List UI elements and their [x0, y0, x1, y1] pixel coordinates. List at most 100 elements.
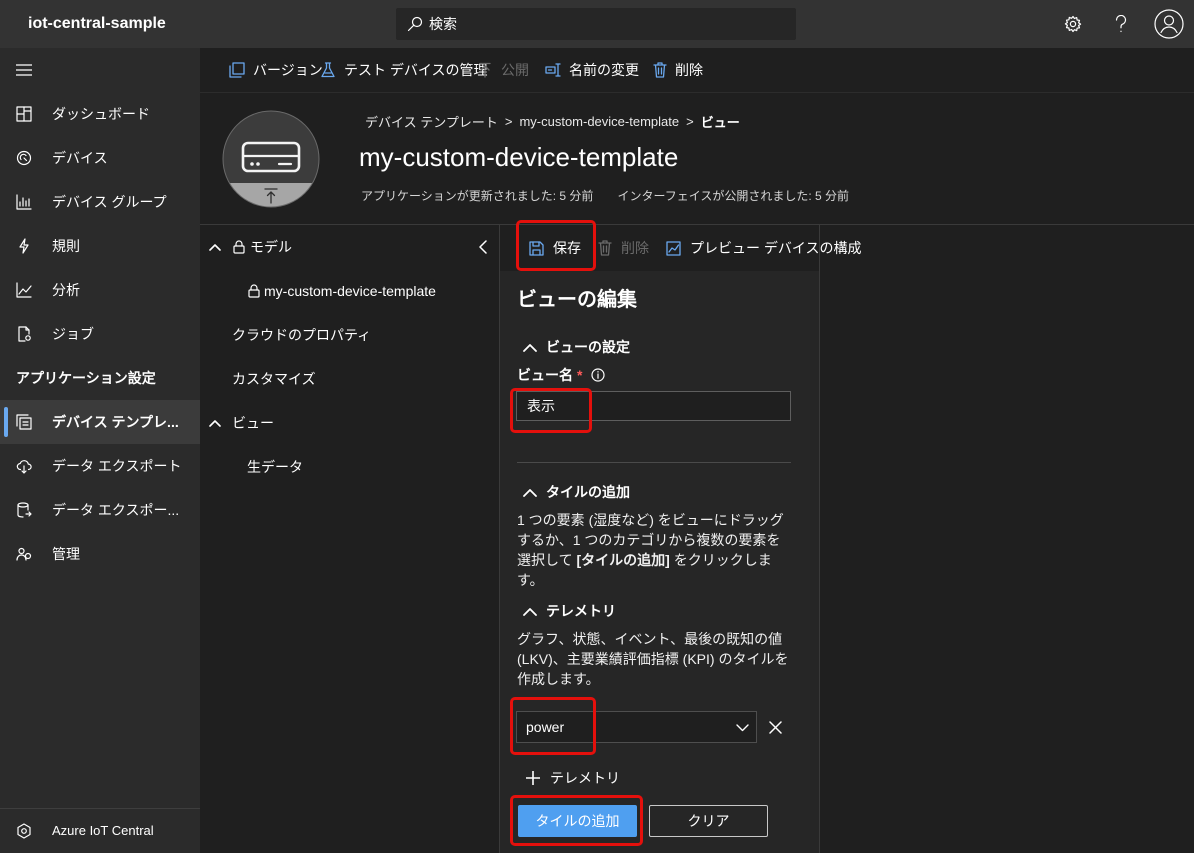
- data-export-legacy-icon: [16, 502, 32, 518]
- manage-test-device-button[interactable]: テスト デバイスの管理: [320, 48, 487, 92]
- nav-menu-button[interactable]: [0, 48, 200, 92]
- telemetry-section-toggle[interactable]: テレメトリ: [523, 602, 616, 620]
- description-text: 選択して: [517, 552, 577, 568]
- publish-icon: [477, 62, 493, 78]
- avatar-icon: [1154, 9, 1184, 39]
- search-icon: [407, 16, 423, 32]
- info-icon[interactable]: [591, 368, 606, 382]
- tree-item-customize[interactable]: カスタマイズ: [200, 357, 499, 401]
- data-export-icon: [16, 458, 32, 474]
- tree-label: my-custom-device-template: [264, 283, 436, 299]
- nav-section-header: アプリケーション設定: [16, 370, 156, 386]
- nav-label: データ エクスポート: [52, 458, 182, 474]
- breadcrumb-device-templates[interactable]: デバイス テンプレート: [365, 112, 498, 131]
- top-bar: iot-central-sample 検索: [0, 0, 1194, 48]
- search-placeholder: 検索: [429, 16, 457, 32]
- nav-item-rules[interactable]: 規則: [0, 224, 200, 268]
- device-template-image[interactable]: [222, 110, 320, 208]
- preview-device-button[interactable]: プレビュー デバイスの構成: [666, 225, 861, 271]
- tree-label: クラウドのプロパティ: [232, 327, 372, 343]
- help-button[interactable]: [1101, 0, 1141, 48]
- nav-item-device-templates[interactable]: デバイス テンプレ...: [0, 400, 200, 444]
- account-button[interactable]: [1149, 0, 1189, 48]
- chevron-up-icon: [523, 488, 537, 497]
- tree-item-cloud-properties[interactable]: クラウドのプロパティ: [200, 313, 499, 357]
- view-name-label: ビュー名 *: [517, 366, 606, 384]
- lock-icon: [248, 284, 260, 298]
- nav-footer-iot-central[interactable]: Azure IoT Central: [0, 808, 200, 853]
- nav-item-data-export-legacy[interactable]: データ エクスポー...: [0, 488, 200, 532]
- publish-button[interactable]: 公開: [477, 48, 529, 92]
- nav-label: ジョブ: [52, 326, 94, 342]
- lock-icon: [233, 240, 245, 254]
- breadcrumb-template[interactable]: my-custom-device-template: [519, 114, 679, 129]
- devices-icon: [16, 150, 32, 166]
- tree-item-views[interactable]: ビュー: [200, 401, 499, 445]
- breadcrumb: デバイス テンプレート > my-custom-device-template …: [365, 112, 740, 130]
- template-status: アプリケーションが更新されました: 5 分前 インターフェイスが公開されました:…: [361, 188, 849, 204]
- nav-item-dashboard[interactable]: ダッシュボード: [0, 92, 200, 136]
- flask-icon: [320, 62, 336, 78]
- add-tile-description: 1 つの要素 (湿度など) をビューにドラッグ するか、1 つのカテゴリから複数…: [517, 510, 784, 590]
- description-line: す。: [517, 572, 544, 588]
- delete-label: 削除: [621, 240, 649, 256]
- description-line: するか、1 つのカテゴリから複数の要素を: [517, 532, 781, 548]
- required-mark: *: [577, 367, 583, 383]
- description-line: (LKV)、主要業績評価指標 (KPI) のタイルを: [517, 651, 789, 667]
- hamburger-icon: [16, 64, 32, 80]
- description-line: グラフ、状態、イベント、最後の既知の値: [517, 631, 783, 647]
- nav-item-administration[interactable]: 管理: [0, 532, 200, 576]
- tree-item-raw-data[interactable]: 生データ: [200, 445, 499, 489]
- gear-icon: [1064, 15, 1082, 33]
- view-settings-section-toggle[interactable]: ビューの設定: [523, 338, 630, 356]
- versions-button[interactable]: バージョン: [229, 48, 323, 92]
- save-label: 保存: [553, 240, 581, 256]
- preview-icon: [666, 240, 681, 256]
- help-icon: [1115, 15, 1127, 33]
- nav-item-analytics[interactable]: 分析: [0, 268, 200, 312]
- add-telemetry-label: テレメトリ: [550, 770, 620, 786]
- settings-button[interactable]: [1053, 0, 1093, 48]
- command-label: 名前の変更: [569, 62, 639, 78]
- chevron-up-icon: [523, 607, 537, 616]
- save-button[interactable]: 保存: [529, 225, 581, 271]
- analytics-icon: [16, 282, 32, 298]
- delete-view-button[interactable]: 削除: [598, 225, 649, 271]
- add-tile-section-toggle[interactable]: タイルの追加: [523, 483, 630, 501]
- app-title[interactable]: iot-central-sample: [28, 14, 166, 34]
- search-box[interactable]: 検索: [396, 8, 796, 40]
- nav-label: 分析: [52, 282, 80, 298]
- add-telemetry-button[interactable]: テレメトリ: [526, 769, 620, 787]
- telemetry-dropdown[interactable]: power: [516, 711, 757, 743]
- divider: [517, 462, 791, 463]
- command-label: 公開: [501, 62, 529, 78]
- section-header: タイルの追加: [546, 484, 630, 500]
- tree-item-model[interactable]: モデル: [200, 225, 499, 269]
- jobs-icon: [16, 326, 32, 342]
- clear-button[interactable]: クリア: [649, 805, 768, 837]
- remove-telemetry-button[interactable]: [766, 718, 784, 736]
- footer-label: Azure IoT Central: [52, 823, 154, 838]
- editor-toolbar: 保存 削除 プレビュー デバイスの構成: [500, 225, 861, 271]
- chevron-down-icon: [736, 724, 749, 732]
- description-text: をクリックしま: [669, 552, 772, 568]
- nav-item-device-groups[interactable]: デバイス グループ: [0, 180, 200, 224]
- delete-button[interactable]: 削除: [653, 48, 703, 92]
- view-name-input[interactable]: [516, 391, 791, 421]
- tree-label: モデル: [250, 239, 292, 255]
- nav-item-data-export[interactable]: データ エクスポート: [0, 444, 200, 488]
- chevron-up-icon: [209, 419, 221, 427]
- rename-button[interactable]: 名前の変更: [545, 48, 639, 92]
- template-tree: モデル my-custom-device-template クラウドのプロパティ…: [200, 225, 500, 853]
- rename-icon: [545, 62, 561, 78]
- nav-label: ダッシュボード: [52, 106, 150, 122]
- field-label: ビュー名: [517, 367, 573, 383]
- chevron-left-icon[interactable]: [479, 240, 491, 254]
- description-line: 選択して [タイルの追加] をクリックしま: [517, 550, 784, 570]
- tree-item-interface[interactable]: my-custom-device-template: [200, 269, 499, 313]
- nav-item-devices[interactable]: デバイス: [0, 136, 200, 180]
- nav-item-jobs[interactable]: ジョブ: [0, 312, 200, 356]
- add-tile-button[interactable]: タイルの追加: [518, 805, 637, 837]
- command-bar: バージョン テスト デバイスの管理 公開 名前の変更 削除: [200, 48, 1194, 93]
- command-label: バージョン: [253, 62, 323, 78]
